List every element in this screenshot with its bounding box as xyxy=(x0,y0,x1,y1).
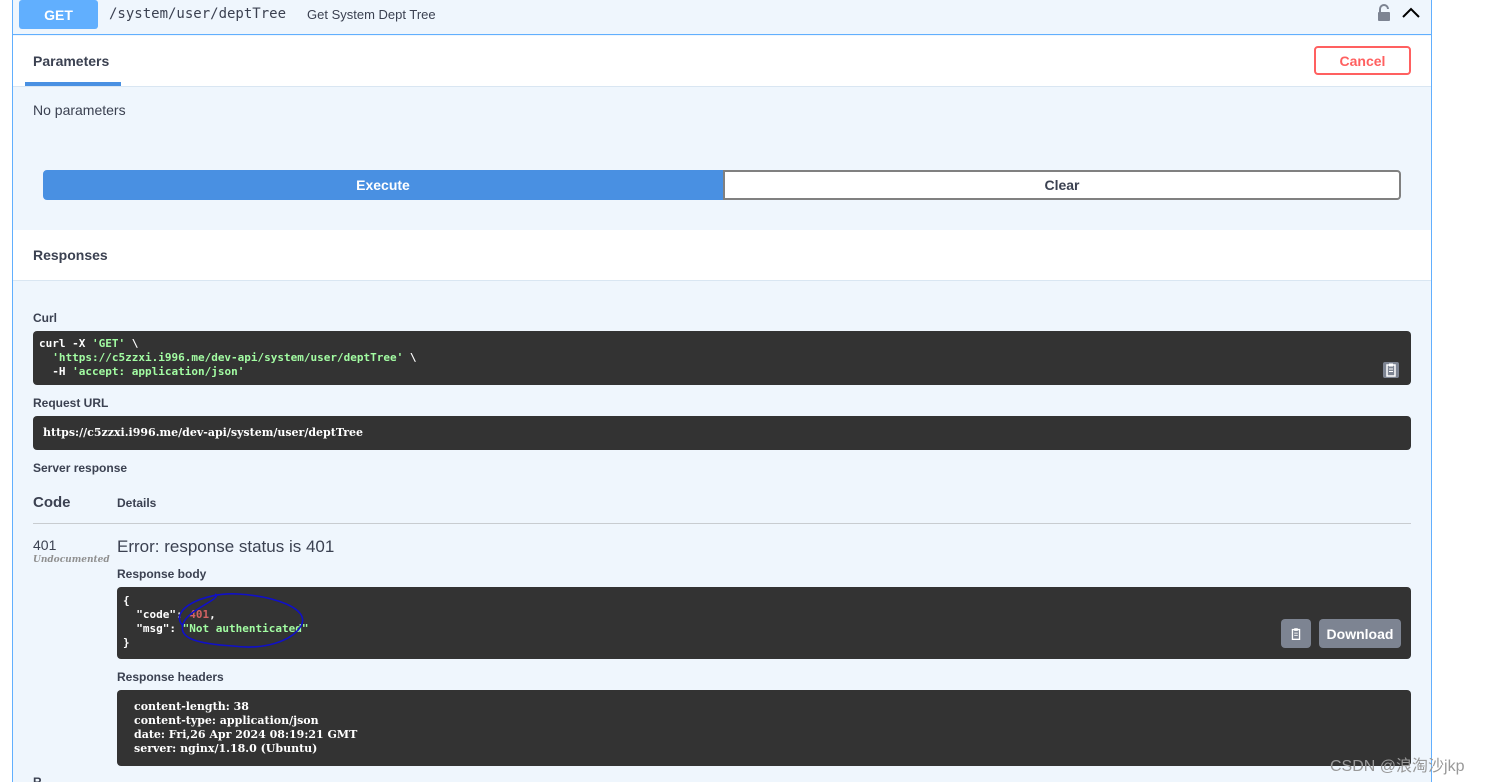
operation-summary[interactable]: GET /system/user/deptTree Get System Dep… xyxy=(13,0,1431,35)
copy-body-button[interactable] xyxy=(1281,619,1311,648)
curl-line1-prefix: curl -X xyxy=(39,337,92,350)
curl-header: 'accept: application/json' xyxy=(72,365,245,378)
parameters-header: Parameters Cancel xyxy=(13,36,1431,87)
no-parameters-text: No parameters xyxy=(33,102,126,118)
cancel-button[interactable]: Cancel xyxy=(1314,46,1411,75)
curl-line1-suffix: \ xyxy=(125,337,139,350)
body-code-key: "code": xyxy=(123,608,190,621)
curl-line2-suffix: \ xyxy=(403,351,417,364)
body-msg-key: "msg": xyxy=(123,622,183,635)
response-headers-label: Response headers xyxy=(117,670,224,684)
curl-url: 'https://c5zzxi.i996.me/dev-api/system/u… xyxy=(52,351,404,364)
operation-path: /system/user/deptTree xyxy=(109,6,287,22)
response-body-label: Response body xyxy=(117,567,207,581)
table-divider xyxy=(33,523,1411,524)
operation-summary-text: Get System Dept Tree xyxy=(307,7,436,22)
method-badge: GET xyxy=(19,0,98,29)
body-code-comma: , xyxy=(209,608,216,621)
download-button[interactable]: Download xyxy=(1319,619,1401,648)
responses-header: Responses xyxy=(13,230,1431,281)
copy-icon xyxy=(1291,627,1301,640)
response-headers-block[interactable]: content-length: 38 content-type: applica… xyxy=(117,690,1411,766)
details-column-header: Details xyxy=(117,496,157,510)
header-line: content-length: 38 xyxy=(134,700,249,713)
server-response-label: Server response xyxy=(33,461,128,475)
body-code-value: 401 xyxy=(189,608,210,621)
body-msg-value: "Not authenticated" xyxy=(182,622,309,635)
lock-icon[interactable] xyxy=(1377,4,1391,22)
code-column-header: Code xyxy=(33,494,71,511)
header-line: date: Fri,26 Apr 2024 08:19:21 GMT xyxy=(134,728,358,741)
request-url-block[interactable]: https://c5zzxi.i996.me/dev-api/system/us… xyxy=(33,416,1411,450)
status-code: 401 xyxy=(33,537,57,553)
curl-method: 'GET' xyxy=(91,337,126,350)
responses-partial-label: R xyxy=(33,775,42,782)
header-line: content-type: application/json xyxy=(134,714,319,727)
clear-button[interactable]: Clear xyxy=(723,170,1401,200)
chevron-up-icon[interactable] xyxy=(1401,4,1421,22)
response-body-block[interactable]: { "code": 401, "msg": "Not authenticated… xyxy=(117,587,1411,659)
error-message: Error: response status is 401 xyxy=(117,537,335,556)
header-line: server: nginx/1.18.0 (Ubuntu) xyxy=(134,742,318,755)
curl-line3-prefix: -H xyxy=(39,365,73,378)
copy-icon[interactable] xyxy=(1382,361,1400,379)
execute-button[interactable]: Execute xyxy=(43,170,723,200)
status-note: Undocumented xyxy=(33,555,110,565)
body-open: { xyxy=(123,594,130,607)
execute-wrapper: Execute Clear xyxy=(43,170,1401,200)
parameters-title: Parameters xyxy=(33,53,110,69)
curl-code-block[interactable]: curl -X 'GET' \ 'https://c5zzxi.i996.me/… xyxy=(33,331,1411,385)
request-url-label: Request URL xyxy=(33,396,109,410)
body-close: } xyxy=(123,636,130,649)
watermark: CSDN @浪淘沙jkp xyxy=(1330,758,1465,775)
operation-panel: GET /system/user/deptTree Get System Dep… xyxy=(12,0,1432,782)
curl-label: Curl xyxy=(33,311,57,325)
responses-title: Responses xyxy=(33,247,108,263)
